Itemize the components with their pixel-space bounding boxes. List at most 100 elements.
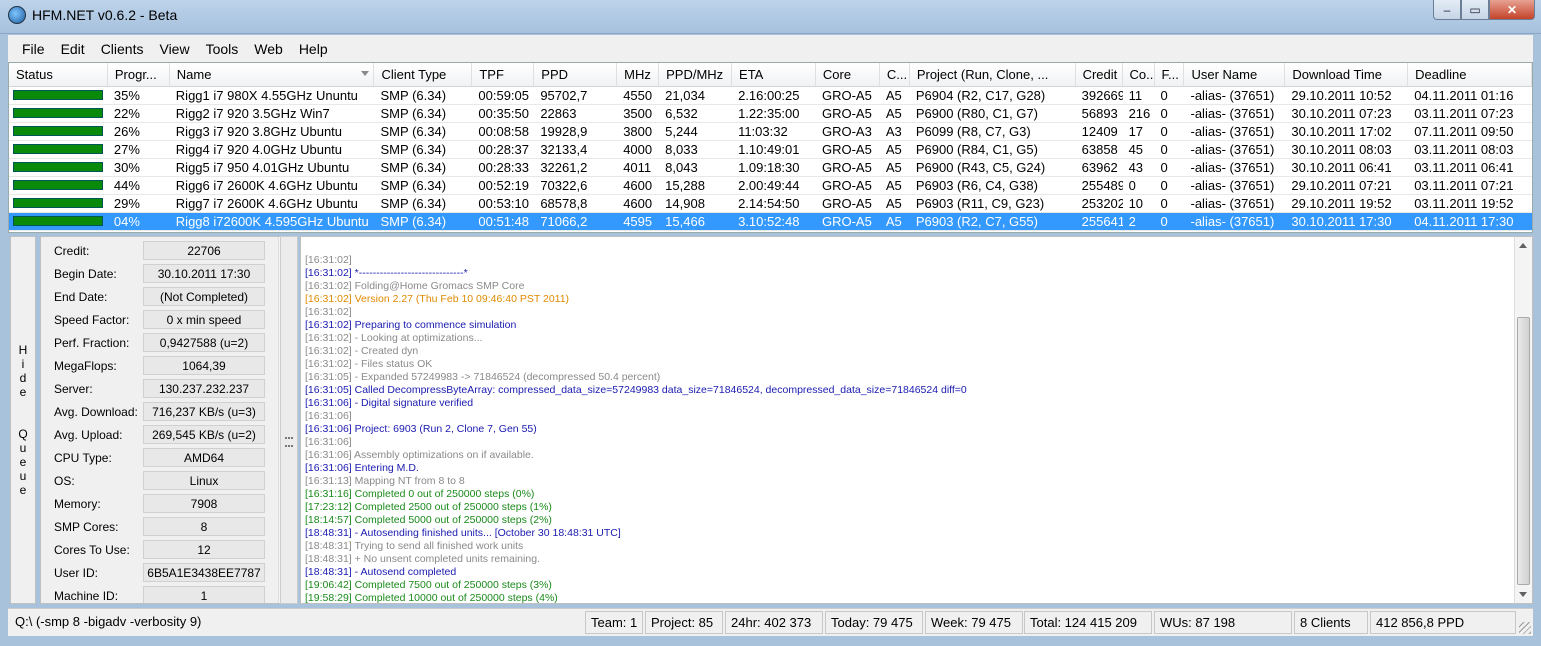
column-header-deadline[interactable]: Deadline — [1408, 63, 1532, 86]
cell-eta: 1.10:49:01 — [738, 142, 800, 157]
queue-field-label: Memory: — [54, 497, 101, 511]
maximize-button[interactable]: ▭ — [1461, 0, 1489, 20]
queue-field-value: 1064,39 — [143, 356, 265, 375]
cell-client-type: SMP (6.34) — [380, 142, 447, 157]
table-row[interactable]: 27% Rigg4 i7 920 4.0GHz Ubuntu SMP (6.34) 0… — [9, 141, 1532, 159]
cell-ppd-mhz: 15,466 — [665, 214, 705, 229]
log-scrollbar[interactable] — [1514, 237, 1532, 603]
hide-queue-label-char: u — [19, 469, 27, 483]
log-timestamp: [16:31:16] — [305, 488, 352, 500]
cell-failed: 0 — [1160, 178, 1168, 193]
cell-progress: 04% — [113, 214, 140, 229]
log-message: Completed 7500 out of 250000 steps (3%) — [351, 579, 552, 591]
menu-file[interactable]: File — [14, 41, 53, 57]
column-header-core[interactable]: Core — [816, 63, 880, 86]
cell-user-name: -alias- (37651) — [1190, 160, 1275, 175]
column-header-user-name[interactable]: User Name — [1184, 63, 1286, 86]
cell-ppd-mhz: 14,908 — [665, 196, 705, 211]
cell-eta: 2.00:49:44 — [738, 178, 800, 193]
cell-download-time: 29.10.2011 10:52 — [1291, 88, 1392, 103]
queue-field-value: 7908 — [143, 494, 265, 513]
table-row[interactable]: 26% Rigg3 i7 920 3.8GHz Ubuntu SMP (6.34) 0… — [9, 123, 1532, 141]
log-timestamp: [16:31:06] — [305, 462, 352, 474]
cell-mhz: 4595 — [623, 214, 653, 229]
queue-field: OS: Linux — [41, 471, 281, 494]
log-message: - Created dyn — [351, 345, 419, 357]
queue-field: Begin Date: 30.10.2011 17:30 — [41, 264, 281, 287]
status-clients: 8 Clients — [1294, 611, 1368, 634]
menu-help[interactable]: Help — [291, 41, 336, 57]
table-row[interactable]: 35% Rigg1 i7 980X 4.55GHz Ununtu SMP (6.34… — [9, 87, 1532, 105]
log-line: [16:31:05] Called DecompressByteArray: c… — [305, 384, 967, 396]
menu-tools[interactable]: Tools — [198, 41, 247, 57]
table-row[interactable]: 04% Rigg8 i72600K 4.595GHz Ubuntu SMP (6.3… — [9, 213, 1532, 231]
log-line: [16:31:13] Mapping NT from 8 to 8 — [305, 475, 465, 487]
cell-core: GRO-A5 — [821, 214, 872, 229]
resize-grip-icon[interactable] — [1519, 622, 1531, 634]
grid-header: Status Progr... Name Client Type TPF PPD MHz PP… — [9, 63, 1532, 87]
status-indicator — [9, 141, 108, 158]
status-path: Q:\ (-smp 8 -bigadv -verbosity 9) — [10, 611, 582, 634]
menu-edit[interactable]: Edit — [53, 41, 93, 57]
table-row[interactable]: 44% Rigg6 i7 2600K 4.6GHz Ubuntu SMP (6.34… — [9, 177, 1532, 195]
cell-eta: 1.09:18:30 — [738, 160, 800, 175]
close-button[interactable]: ✕ — [1489, 0, 1535, 20]
log-timestamp: [16:31:05] — [305, 384, 352, 396]
table-row[interactable]: 29% Rigg7 i7 2600K 4.6GHz Ubuntu SMP (6.34… — [9, 195, 1532, 213]
menu-clients[interactable]: Clients — [93, 41, 152, 57]
menu-web[interactable]: Web — [246, 41, 291, 57]
cell-user-name: -alias- (37651) — [1190, 142, 1275, 157]
panel-splitter[interactable] — [280, 236, 298, 604]
queue-field: CPU Type: AMD64 — [41, 448, 281, 471]
log-line: [16:31:06] — [305, 436, 352, 448]
cell-core-short: A5 — [885, 160, 902, 175]
column-header-eta[interactable]: ETA — [732, 63, 816, 86]
cell-eta: 11:03:32 — [738, 124, 788, 139]
status-indicator — [9, 195, 108, 212]
cell-ppd: 95702,7 — [540, 88, 588, 103]
column-header-client-type[interactable]: Client Type — [374, 63, 473, 86]
table-row[interactable]: 22% Rigg2 i7 920 3.5GHz Win7 SMP (6.34) 00:… — [9, 105, 1532, 123]
minimize-button[interactable]: ‒ — [1433, 0, 1461, 20]
log-timestamp: [19:06:42] — [305, 579, 352, 591]
log-timestamp: [16:31:02] — [305, 358, 352, 370]
cell-project: P6903 (R6, C4, G38) — [915, 178, 1038, 193]
column-header-project[interactable]: Project (Run, Clone, ... — [910, 63, 1076, 86]
cell-ppd-mhz: 8,033 — [665, 142, 698, 157]
cell-progress: 35% — [113, 88, 140, 103]
log-line: [16:31:02] - Files status OK — [305, 358, 432, 370]
log-timestamp: [16:31:06] — [305, 449, 352, 461]
cell-core: GRO-A5 — [821, 160, 872, 175]
table-row[interactable]: 30% Rigg5 i7 950 4.01GHz Ubuntu SMP (6.34)… — [9, 159, 1532, 177]
column-header-progress[interactable]: Progr... — [108, 63, 170, 86]
queue-field-label: Credit: — [54, 244, 90, 258]
column-header-download-time[interactable]: Download Time — [1285, 63, 1409, 86]
cell-completed: 10 — [1128, 196, 1144, 211]
log-line: [16:31:02] — [305, 306, 352, 318]
status-indicator — [9, 213, 108, 230]
scroll-thumb[interactable] — [1517, 317, 1530, 585]
queue-field-label: Avg. Download: — [54, 405, 138, 419]
column-header-mhz[interactable]: MHz — [617, 63, 660, 86]
column-header-failed[interactable]: F... — [1155, 63, 1185, 86]
column-header-status[interactable]: Status — [9, 63, 108, 86]
column-header-ppd[interactable]: PPD — [534, 63, 618, 86]
cell-name: Rigg6 i7 2600K 4.6GHz Ubuntu — [175, 178, 358, 193]
column-header-ppd-mhz[interactable]: PPD/MHz — [659, 63, 733, 86]
status-ok-icon — [13, 198, 103, 208]
hide-queue-button[interactable]: Hide Queue — [10, 236, 36, 604]
scroll-down-icon[interactable] — [1519, 592, 1527, 597]
log-timestamp: [16:31:06] — [305, 436, 352, 448]
cell-credit: 255641 — [1081, 214, 1123, 229]
column-header-name[interactable]: Name — [170, 63, 375, 86]
scroll-up-icon[interactable] — [1519, 243, 1527, 248]
menu-view[interactable]: View — [151, 41, 197, 57]
status-indicator — [9, 177, 108, 194]
column-header-tpf[interactable]: TPF — [472, 63, 535, 86]
cell-failed: 0 — [1160, 106, 1168, 121]
cell-ppd-mhz: 8,043 — [665, 160, 698, 175]
log-line: [16:31:16] Completed 0 out of 250000 ste… — [305, 488, 534, 500]
column-header-completed[interactable]: Co... — [1123, 63, 1155, 86]
column-header-core-short[interactable]: C... — [880, 63, 910, 86]
column-header-credit[interactable]: Credit — [1076, 63, 1123, 86]
